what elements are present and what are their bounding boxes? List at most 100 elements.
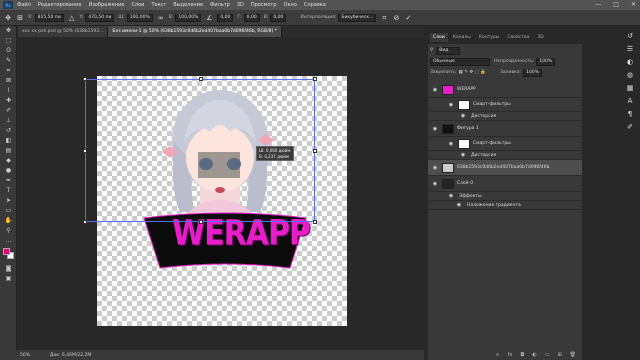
- marquee-tool-icon[interactable]: ⬚: [0, 36, 17, 46]
- layer-row[interactable]: ◉ Фигура 1: [428, 121, 582, 137]
- warp-icon[interactable]: ⌗: [380, 14, 388, 22]
- transform-handle-r[interactable]: [313, 149, 317, 153]
- brush-tool-icon[interactable]: ✐: [0, 106, 17, 116]
- history-brush-tool-icon[interactable]: ↺: [0, 126, 17, 136]
- width-input[interactable]: 100,00%: [126, 13, 153, 22]
- minimize-button[interactable]: —: [595, 1, 601, 8]
- hand-tool-icon[interactable]: ✋: [0, 216, 17, 226]
- y-input[interactable]: 470,50 пи: [85, 13, 115, 22]
- fill-input[interactable]: 100%: [523, 68, 542, 77]
- eye-icon[interactable]: ◉: [447, 193, 455, 199]
- tab-document-1[interactable]: xxx xx pxll.psd @ 50% (638b1593...: [18, 26, 109, 37]
- blur-tool-icon[interactable]: ◆: [0, 156, 17, 166]
- eye-icon[interactable]: ◉: [459, 152, 467, 158]
- transform-handle-l[interactable]: [83, 149, 87, 153]
- type-tool-icon[interactable]: T: [0, 186, 17, 196]
- x-input[interactable]: 815,50 пи: [34, 13, 64, 22]
- character-icon[interactable]: A: [624, 96, 636, 106]
- eye-icon[interactable]: ◉: [447, 102, 455, 108]
- menu-text[interactable]: Текст: [151, 2, 166, 8]
- height-input[interactable]: 100,00%: [175, 13, 202, 22]
- interpolation-select[interactable]: Бикубическ...: [338, 13, 377, 22]
- lasso-tool-icon[interactable]: ʘ: [0, 46, 17, 56]
- brush-settings-icon[interactable]: ✐: [624, 122, 636, 132]
- link-layers-icon[interactable]: ∞: [495, 352, 499, 358]
- reference-point-icon[interactable]: ⊞: [16, 14, 24, 22]
- transform-handle-tl[interactable]: [83, 77, 87, 81]
- layer-row[interactable]: ◉ Слой 0: [428, 176, 582, 192]
- opacity-input[interactable]: 100%: [536, 57, 556, 66]
- eye-icon[interactable]: ◉: [459, 113, 467, 119]
- menu-help[interactable]: Справка: [304, 2, 326, 8]
- eye-icon[interactable]: ◉: [455, 202, 463, 208]
- tab-document-2[interactable]: Без имени-1 @ 50% (638b1593c0d6b2ed407ba…: [108, 26, 282, 37]
- tab-channels[interactable]: Каналы: [450, 33, 474, 42]
- menu-file[interactable]: Файл: [17, 2, 31, 8]
- tab-layers[interactable]: Слои: [430, 33, 448, 42]
- delta-icon[interactable]: △: [68, 14, 76, 22]
- eye-icon[interactable]: ◉: [431, 126, 439, 132]
- history-icon[interactable]: ↺: [624, 31, 636, 41]
- menu-window[interactable]: Окно: [284, 2, 297, 8]
- menu-image[interactable]: Изображение: [88, 2, 124, 8]
- hskew-input[interactable]: 0,00: [243, 13, 260, 22]
- more-tools-icon[interactable]: …: [0, 236, 17, 246]
- mask-icon[interactable]: ◘: [520, 352, 524, 358]
- eraser-tool-icon[interactable]: ◧: [0, 136, 17, 146]
- menu-3d[interactable]: 3D: [237, 2, 244, 8]
- new-layer-icon[interactable]: ⊞: [557, 352, 561, 358]
- transform-handle-bl[interactable]: [83, 220, 87, 224]
- angle-input[interactable]: 0,00: [217, 13, 234, 22]
- filter-row[interactable]: ◉ Дисторсия: [428, 151, 582, 160]
- path-select-tool-icon[interactable]: ➤: [0, 196, 17, 206]
- tab-3d[interactable]: 3D: [534, 33, 546, 42]
- effect-item-row[interactable]: ◉ Наложение градиента: [428, 201, 582, 210]
- color-icon[interactable]: ◍: [624, 70, 636, 80]
- trash-icon[interactable]: 🗑: [570, 352, 576, 358]
- folder-icon[interactable]: ▭: [545, 352, 550, 358]
- close-button[interactable]: ✕: [631, 1, 636, 8]
- menu-edit[interactable]: Редактирование: [38, 2, 82, 8]
- effects-row[interactable]: ◉ Эффекты: [428, 192, 582, 201]
- doc-size[interactable]: Док: 6,46М/22,2М: [50, 353, 91, 358]
- zoom-level[interactable]: 50%: [20, 353, 30, 358]
- tab-properties[interactable]: Свойства: [504, 33, 532, 42]
- menu-select[interactable]: Выделение: [173, 2, 203, 8]
- healing-tool-icon[interactable]: ✚: [0, 96, 17, 106]
- eye-icon[interactable]: ◉: [447, 141, 455, 147]
- gradient-tool-icon[interactable]: ▤: [0, 146, 17, 156]
- quick-select-tool-icon[interactable]: ✎: [0, 56, 17, 66]
- lock-icons[interactable]: ▦ ✎ ✥ ⬚ 🔒: [459, 70, 486, 75]
- eye-icon[interactable]: ◉: [431, 165, 439, 171]
- adjustments-icon[interactable]: ◐: [624, 57, 636, 67]
- paragraph-icon[interactable]: ¶: [624, 109, 636, 119]
- smart-filters-row[interactable]: ◉ Смарт-фильтры: [428, 98, 582, 112]
- transform-handle-tr[interactable]: [313, 77, 317, 81]
- filter-row[interactable]: ◉ Дисторсия: [428, 112, 582, 121]
- shape-tool-icon[interactable]: ▭: [0, 206, 17, 216]
- vskew-input[interactable]: 0,00: [270, 13, 287, 22]
- fx-icon[interactable]: fx: [508, 352, 513, 358]
- menu-filter[interactable]: Фильтр: [210, 2, 230, 8]
- move-tool-icon[interactable]: ✥: [0, 26, 17, 36]
- swatches-icon[interactable]: ▦: [624, 83, 636, 93]
- foreground-color-swatch[interactable]: [3, 248, 10, 255]
- screen-mode-icon[interactable]: ▣: [0, 274, 17, 284]
- transform-handle-br[interactable]: [313, 220, 317, 224]
- zoom-tool-icon[interactable]: ⚲: [0, 226, 17, 236]
- menu-layers[interactable]: Слои: [131, 2, 144, 8]
- eye-icon[interactable]: ◉: [431, 87, 439, 93]
- eyedropper-tool-icon[interactable]: ⌇: [0, 86, 17, 96]
- transform-handle-b[interactable]: [199, 220, 203, 224]
- adjustment-icon[interactable]: ◐: [532, 352, 536, 358]
- filter-search-icon[interactable]: ⚲: [430, 48, 433, 53]
- crop-tool-icon[interactable]: ⌗: [0, 66, 17, 76]
- layer-filter-select[interactable]: Вид: [436, 46, 461, 55]
- link-icon[interactable]: ∞: [157, 14, 165, 22]
- cancel-transform-icon[interactable]: ⊘: [392, 14, 400, 22]
- quick-mask-icon[interactable]: ◙: [0, 264, 17, 274]
- dodge-tool-icon[interactable]: ●: [0, 166, 17, 176]
- transform-handle-t[interactable]: [199, 77, 203, 81]
- smart-filters-row[interactable]: ◉ Смарт-фильтры: [428, 137, 582, 151]
- properties-icon[interactable]: ☰: [624, 44, 636, 54]
